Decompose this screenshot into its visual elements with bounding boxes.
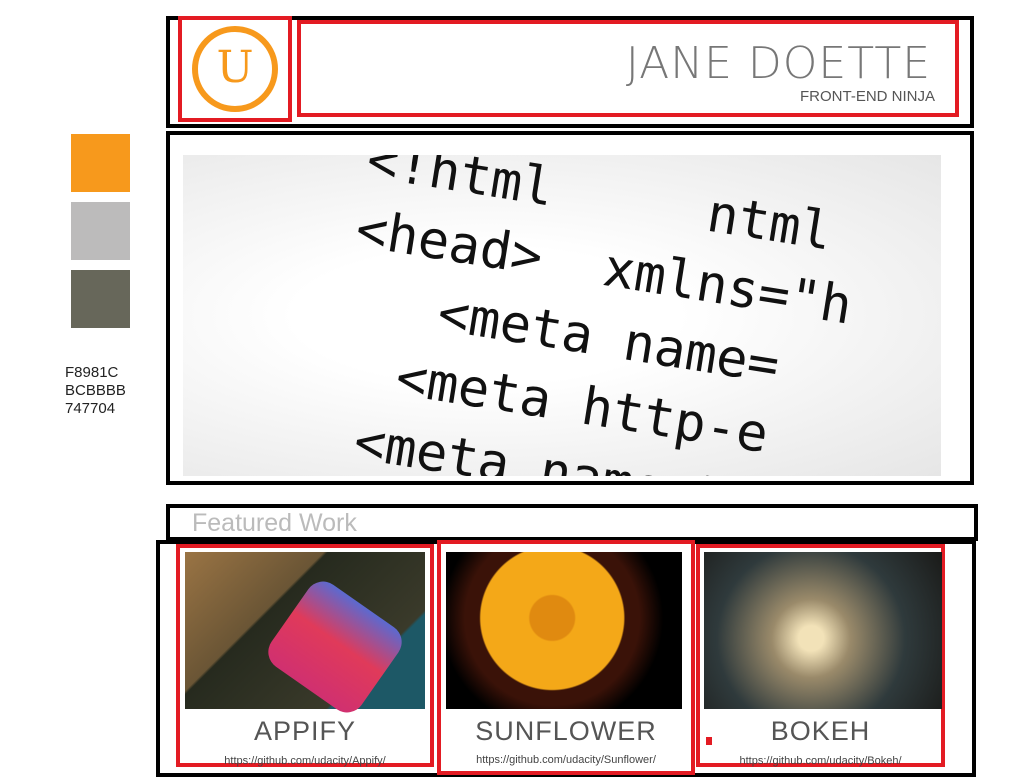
swatch-gray [71,202,130,260]
work-title: BOKEH [770,716,871,746]
work-link[interactable]: https://github.com/udacity/Appify/ [180,755,430,767]
work-title: APPIFY [253,716,357,746]
color-code: BCBBBB [65,382,126,399]
work-title: SUNFLOWER [475,716,657,746]
site-name: JANE DOETTE [625,38,931,89]
color-code: 747704 [65,400,116,417]
color-codes: F8981C BCBBBB 747704 [65,364,126,418]
appify-image [185,552,425,720]
hero-code-text: <!html ntml <head> xmlns="h <meta name= … [308,155,857,476]
udacity-logo: U [192,26,278,112]
app-store-icon [261,574,409,720]
sunflower-image [446,552,682,709]
name-box: JANE DOETTE FRONT-END NINJA [297,20,959,117]
featured-heading-box: Featured Work [166,504,978,541]
work-link[interactable]: https://github.com/udacity/Bokeh/ [700,755,941,767]
work-card-bokeh[interactable]: BOKEH https://github.com/udacity/Bokeh/ [696,544,945,767]
work-link[interactable]: https://github.com/udacity/Sunflower/ [441,754,691,766]
color-code: F8981C [65,364,119,381]
swatch-olive [71,270,130,328]
bokeh-image [704,552,942,709]
featured-heading: Featured Work [192,509,357,537]
red-marker [706,737,712,745]
work-card-appify[interactable]: APPIFY https://github.com/udacity/Appify… [176,544,434,767]
site-role: FRONT-END NINJA [800,88,935,105]
logo-box[interactable]: U [178,16,292,122]
hero-image: <!html ntml <head> xmlns="h <meta name= … [183,155,941,476]
work-card-sunflower[interactable]: SUNFLOWER https://github.com/udacity/Sun… [437,540,695,775]
swatch-orange [71,134,130,192]
